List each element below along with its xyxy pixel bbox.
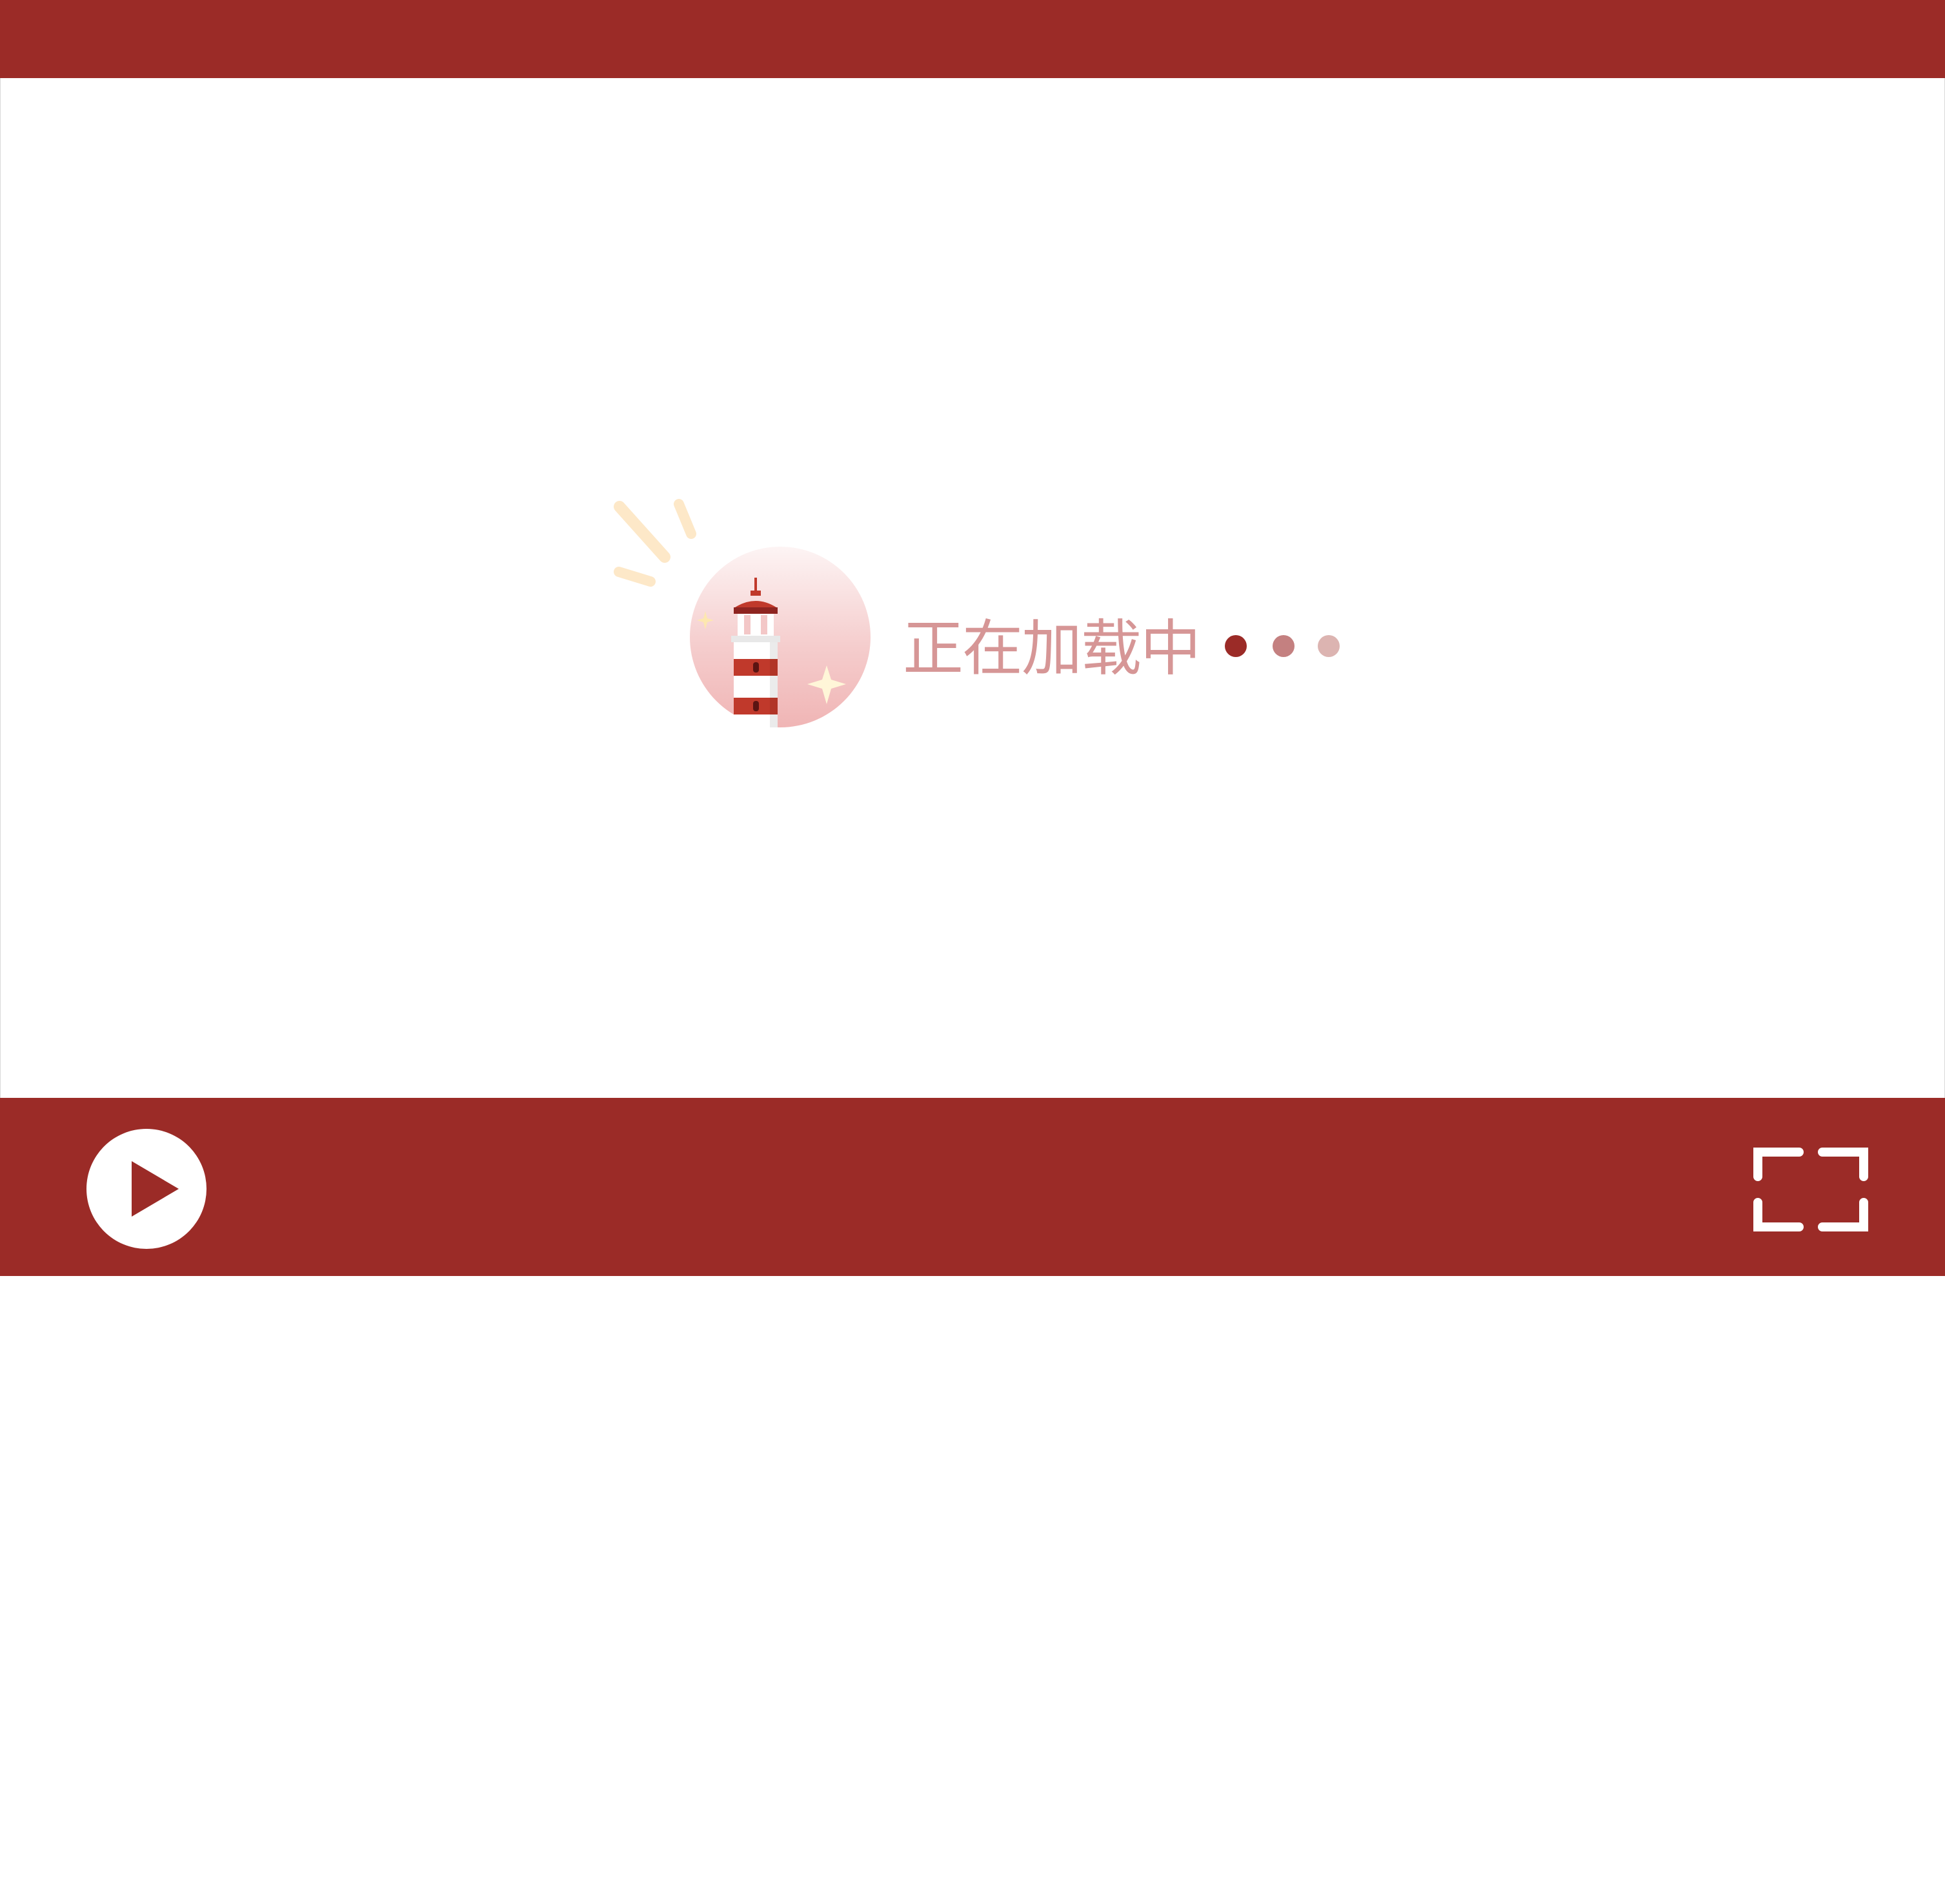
lighthouse-illustration xyxy=(614,499,871,727)
video-player: 正在加载中 xyxy=(0,0,1945,1276)
light-rays-icon xyxy=(614,499,696,587)
video-stage[interactable]: 正在加载中 xyxy=(0,78,1945,1098)
fullscreen-icon xyxy=(1753,1148,1868,1231)
loading-dot-3 xyxy=(1318,635,1340,657)
play-icon xyxy=(132,1161,179,1217)
fullscreen-button[interactable] xyxy=(1753,1147,1869,1232)
player-top-bar xyxy=(0,0,1945,78)
loading-text: 正在加载中 xyxy=(903,614,1201,684)
play-button[interactable] xyxy=(86,1129,207,1249)
loading-dot-2 xyxy=(1273,635,1295,657)
loading-dot-1 xyxy=(1225,635,1247,657)
player-control-bar xyxy=(0,1098,1945,1276)
loading-indicator: 正在加载中 xyxy=(607,491,1356,736)
